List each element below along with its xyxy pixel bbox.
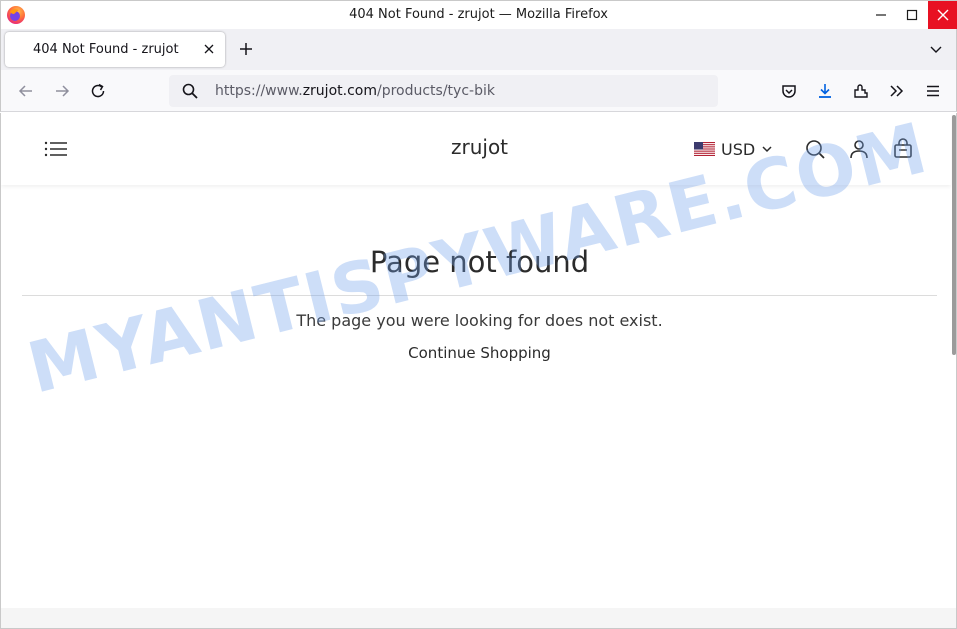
extensions-icon [854,84,868,98]
forward-arrow-icon [56,85,70,97]
close-window-button[interactable] [928,1,957,29]
window-titlebar: 404 Not Found - zrujot — Mozilla Firefox [0,0,957,29]
download-icon [819,84,831,98]
downloads-button[interactable] [815,81,835,101]
tab-title: 404 Not Found - zrujot [33,42,179,57]
menu-icon [927,85,939,97]
window-title: 404 Not Found - zrujot — Mozilla Firefox [349,7,608,22]
tab-404-not-found[interactable]: 404 Not Found - zrujot [5,32,225,67]
chevron-down-icon [762,146,772,153]
maximize-button[interactable] [894,1,930,29]
minimize-icon [876,14,886,16]
error-message: The page you were looking for does not e… [296,311,663,330]
scrollbar-thumb[interactable] [952,115,956,355]
footer-band [1,608,956,628]
site-header: zrujot USD [1,113,951,185]
overflow-icon [890,85,904,97]
url-path: /products/tyc-bik [376,83,495,99]
tab-close-icon[interactable] [201,41,217,57]
plus-icon[interactable] [237,40,255,58]
navigation-toolbar: https://www.zrujot.com/products/tyc-bik [0,70,957,112]
cart-icon[interactable] [892,138,914,160]
currency-label: USD [721,139,756,159]
continue-shopping-link[interactable]: Continue Shopping [408,344,551,362]
page-title: Page not found [369,245,590,279]
search-icon[interactable] [804,138,826,160]
pocket-icon [782,85,796,98]
pocket-button[interactable] [779,81,799,101]
close-icon [937,9,949,21]
overflow-button[interactable] [887,81,907,101]
url-prefix: https://www. [215,83,303,99]
page-scrollbar[interactable] [951,113,956,608]
reload-button[interactable] [88,81,108,101]
chevron-down-icon[interactable] [928,41,944,57]
back-button[interactable] [16,81,36,101]
maximize-icon [906,9,918,21]
account-icon[interactable] [848,138,870,160]
url-text[interactable]: https://www.zrujot.com/products/tyc-bik [215,83,495,99]
forward-button[interactable] [52,81,72,101]
title-divider [22,295,937,296]
url-host: zrujot.com [302,83,377,99]
reload-icon [91,83,105,98]
url-bar[interactable]: https://www.zrujot.com/products/tyc-bik [169,75,718,107]
us-flag-icon [694,142,715,156]
back-arrow-icon [18,85,32,97]
currency-selector[interactable]: USD [694,138,773,160]
search-icon [182,83,198,99]
extensions-button[interactable] [851,81,871,101]
web-page: zrujot USD Page not found The page you w… [0,113,957,629]
continue-shopping-link-wrapper: Continue Shopping [1,344,956,362]
tab-strip: 404 Not Found - zrujot [0,29,957,70]
app-menu-button[interactable] [923,81,943,101]
